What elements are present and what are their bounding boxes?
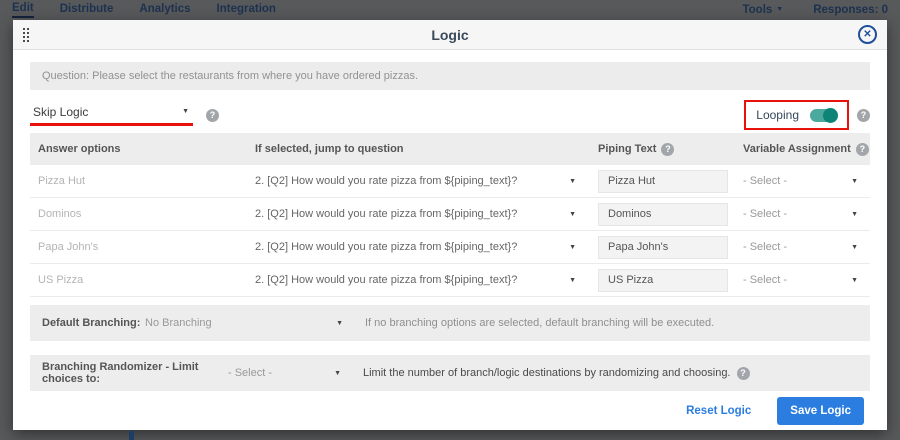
help-icon[interactable]: ? [857,109,870,122]
variable-assignment-value: - Select - [743,208,787,220]
red-underline-annotation [30,123,193,126]
chevron-down-icon: ▼ [851,178,858,185]
randomizer-value: - Select - [228,367,272,379]
answer-option-label: US Pizza [30,274,255,286]
modal-footer: Reset Logic Save Logic [30,397,870,425]
topbar-right: Tools ▼ Responses: 0 [742,4,888,16]
piping-text-input[interactable]: US Pizza [598,269,728,292]
piping-cell: Papa John's [598,236,743,259]
chevron-down-icon: ▼ [336,320,343,327]
chevron-down-icon: ▼ [569,277,576,284]
menu-item-distribute[interactable]: Distribute [60,3,114,17]
piping-text-input[interactable]: Papa John's [598,236,728,259]
table-header: Answer options If selected, jump to ques… [30,133,870,165]
default-branching-select[interactable]: No Branching ▼ [145,317,343,329]
piping-cell: Pizza Hut [598,170,743,193]
looping-annotation-box: Looping [744,100,849,130]
variable-assignment-value: - Select - [743,175,787,187]
jump-to-question-select[interactable]: 2. [Q2] How would you rate pizza from ${… [255,274,598,286]
answer-option-label: Pizza Hut [30,175,255,187]
modal-body: Question: Please select the restaurants … [13,50,887,425]
toggle-knob [823,108,838,123]
variable-assignment-select[interactable]: - Select - ▼ [743,274,870,286]
branching-randomizer-bar: Branching Randomizer - Limit choices to:… [30,355,870,391]
jump-to-question-select[interactable]: 2. [Q2] How would you rate pizza from ${… [255,208,598,220]
variable-assignment-value: - Select - [743,241,787,253]
piping-text-input[interactable]: Dominos [598,203,728,226]
randomizer-select[interactable]: - Select - ▼ [228,367,341,379]
modal-header: Logic ✕ [13,20,887,50]
piping-cell: US Pizza [598,269,743,292]
header-variable: Variable Assignment ? [743,143,870,156]
jump-to-question-select[interactable]: 2. [Q2] How would you rate pizza from ${… [255,175,598,187]
close-icon[interactable]: ✕ [858,25,877,44]
drag-handle-icon[interactable] [23,28,31,42]
save-logic-button[interactable]: Save Logic [777,397,864,425]
table-row: US Pizza 2. [Q2] How would you rate pizz… [30,264,870,297]
modal-title: Logic [13,27,887,43]
default-branching-helper: If no branching options are selected, de… [365,317,714,329]
table-row: Pizza Hut 2. [Q2] How would you rate piz… [30,165,870,198]
randomizer-helper-text: Limit the number of branch/logic destina… [363,367,731,379]
chevron-down-icon: ▼ [851,277,858,284]
logic-type-value: Skip Logic [33,105,88,119]
looping-toggle[interactable] [810,109,837,122]
chevron-down-icon: ▼ [851,211,858,218]
header-piping-label: Piping Text [598,143,656,155]
menu-item-analytics[interactable]: Analytics [139,3,190,17]
table-row: Papa John's 2. [Q2] How would you rate p… [30,231,870,264]
help-icon[interactable]: ? [661,143,674,156]
tools-menu[interactable]: Tools ▼ [742,4,783,16]
help-icon[interactable]: ? [206,109,219,122]
variable-assignment-value: - Select - [743,274,787,286]
tools-label: Tools [742,4,772,16]
chevron-down-icon: ▼ [569,211,576,218]
chevron-down-icon: ▼ [334,370,341,377]
variable-assignment-select[interactable]: - Select - ▼ [743,208,870,220]
jump-to-question-value: 2. [Q2] How would you rate pizza from ${… [255,241,517,253]
randomizer-helper: Limit the number of branch/logic destina… [363,367,750,380]
jump-to-question-value: 2. [Q2] How would you rate pizza from ${… [255,274,517,286]
default-branching-bar: Default Branching: No Branching ▼ If no … [30,305,870,341]
piping-cell: Dominos [598,203,743,226]
chevron-down-icon: ▼ [182,108,189,115]
chevron-down-icon: ▼ [851,244,858,251]
question-text: Question: Please select the restaurants … [42,70,418,82]
answer-option-label: Papa John's [30,241,255,253]
top-menu-bar: Edit Distribute Analytics Integration To… [0,0,900,19]
help-icon[interactable]: ? [856,143,869,156]
piping-text-input[interactable]: Pizza Hut [598,170,728,193]
chevron-down-icon: ▼ [569,178,576,185]
looping-label: Looping [756,108,799,122]
chevron-down-icon: ▼ [776,6,783,13]
header-answer-options: Answer options [30,143,255,155]
header-variable-label: Variable Assignment [743,143,851,155]
default-branching-label: Default Branching: [42,317,145,329]
variable-assignment-select[interactable]: - Select - ▼ [743,241,870,253]
menu-item-integration[interactable]: Integration [217,3,276,17]
jump-to-question-value: 2. [Q2] How would you rate pizza from ${… [255,175,517,187]
logic-type-row: Skip Logic ▼ ? Looping ? [30,100,870,130]
jump-to-question-select[interactable]: 2. [Q2] How would you rate pizza from ${… [255,241,598,253]
reset-logic-link[interactable]: Reset Logic [686,405,751,417]
logic-type-select[interactable]: Skip Logic ▼ [30,105,193,126]
randomizer-label: Branching Randomizer - Limit choices to: [42,361,228,385]
responses-count[interactable]: Responses: 0 [813,4,888,16]
background-page-fragment [129,431,134,440]
jump-to-question-value: 2. [Q2] How would you rate pizza from ${… [255,208,517,220]
header-piping: Piping Text ? [598,143,743,156]
chevron-down-icon: ▼ [569,244,576,251]
help-icon[interactable]: ? [737,367,750,380]
table-row: Dominos 2. [Q2] How would you rate pizza… [30,198,870,231]
answer-option-label: Dominos [30,208,255,220]
menu-item-edit[interactable]: Edit [12,2,34,18]
question-bar: Question: Please select the restaurants … [30,62,870,90]
header-jump: If selected, jump to question [255,143,598,155]
logic-table: Answer options If selected, jump to ques… [30,133,870,297]
variable-assignment-select[interactable]: - Select - ▼ [743,175,870,187]
default-branching-value: No Branching [145,317,212,329]
logic-modal: Logic ✕ Question: Please select the rest… [13,20,887,430]
